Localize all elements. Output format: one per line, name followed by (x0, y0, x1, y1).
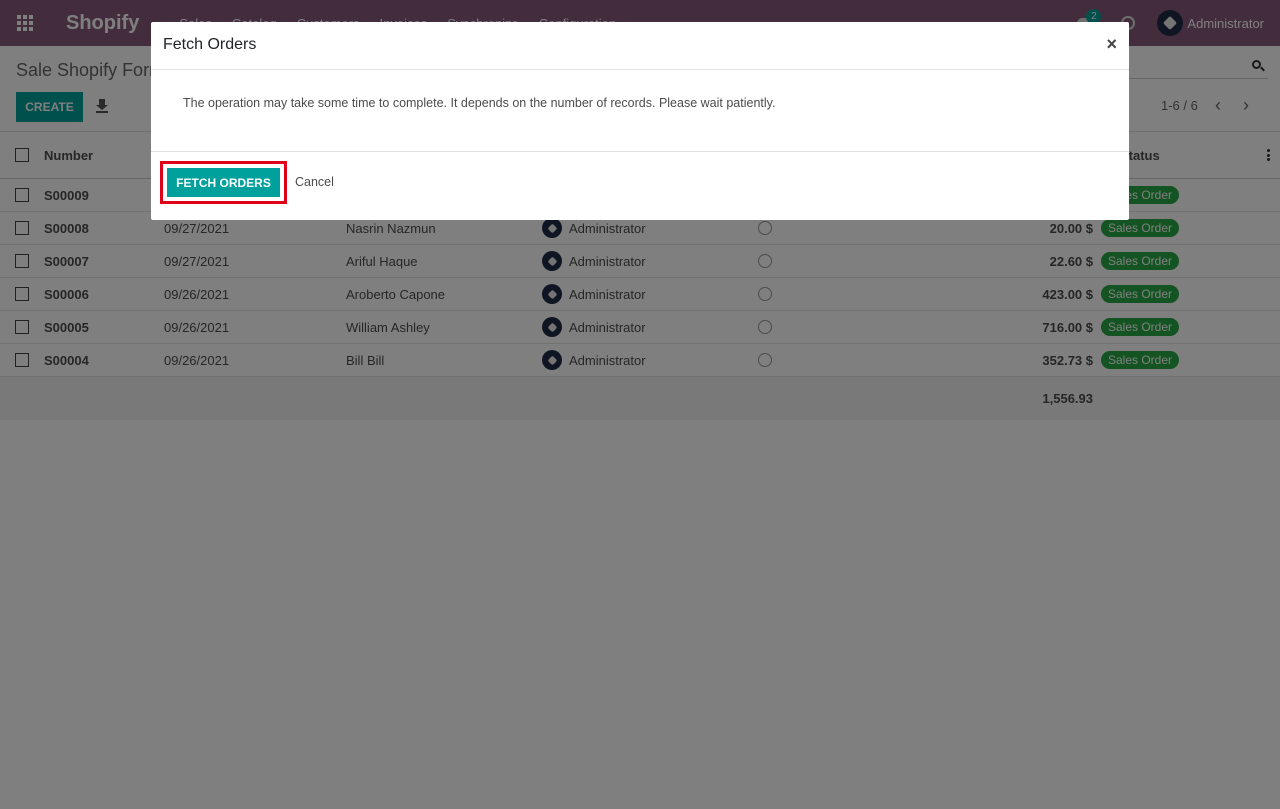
modal-footer: FETCH ORDERS Cancel (151, 152, 1129, 220)
fetch-orders-button[interactable]: FETCH ORDERS (167, 168, 280, 197)
cancel-button[interactable]: Cancel (295, 175, 334, 189)
modal-title: Fetch Orders (163, 36, 257, 53)
modal-message: The operation may take some time to comp… (183, 96, 776, 110)
modal-header: Fetch Orders × (151, 22, 1129, 70)
modal-body: The operation may take some time to comp… (151, 70, 1129, 152)
fetch-orders-dialog: Fetch Orders × The operation may take so… (151, 22, 1129, 220)
close-icon[interactable]: × (1106, 34, 1117, 55)
